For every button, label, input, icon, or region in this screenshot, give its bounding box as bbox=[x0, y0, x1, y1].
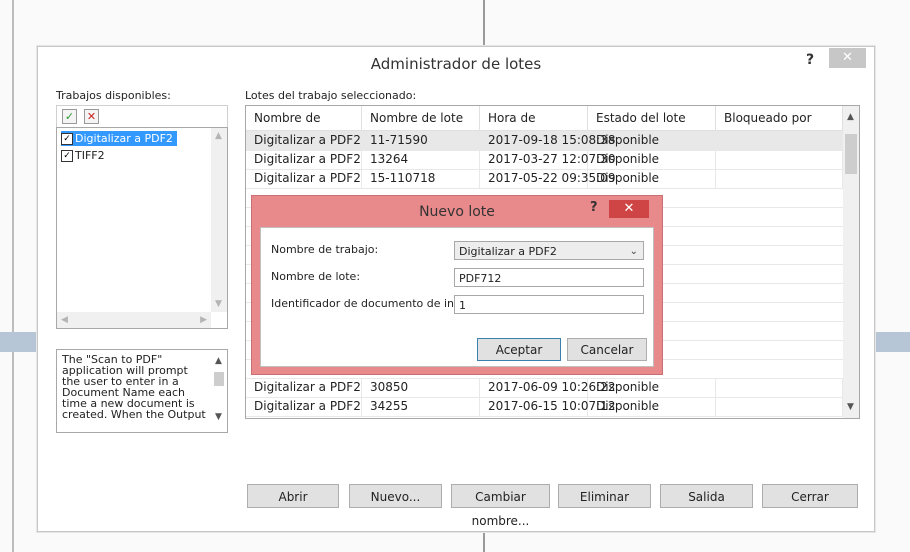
checkbox[interactable]: ✓ bbox=[61, 150, 73, 162]
rename-button[interactable]: Cambiar nombre... bbox=[451, 484, 550, 528]
description-scrollbar[interactable]: ▲ ▼ bbox=[211, 350, 227, 432]
cancel-button[interactable]: Cancelar bbox=[567, 338, 647, 361]
close-button[interactable]: Cerrar bbox=[762, 484, 858, 508]
table-cell: 2017-09-18 15:08:38 bbox=[480, 131, 615, 150]
job-name-label: Nombre de trabajo: bbox=[271, 243, 379, 256]
start-doc-id-label: Identificador de documento de inicio: bbox=[271, 297, 477, 310]
batch-name-label: Nombre de lote: bbox=[271, 270, 361, 283]
table-row[interactable]: Digitalizar a PDF2 15-110718 2017-05-22 … bbox=[246, 169, 843, 189]
help-button[interactable]: ? bbox=[800, 52, 820, 70]
table-cell bbox=[716, 131, 843, 150]
column-header[interactable]: Estado del lote bbox=[588, 106, 716, 130]
table-cell: Digitalizar a PDF2 bbox=[246, 131, 362, 150]
table-cell: Disponible bbox=[588, 169, 716, 188]
table-cell: Digitalizar a PDF2 bbox=[246, 150, 362, 169]
background-divider-vertical bbox=[12, 0, 14, 552]
scroll-left-icon[interactable]: ◀ bbox=[61, 315, 68, 325]
background-tile bbox=[0, 332, 37, 352]
accept-button[interactable]: Aceptar bbox=[477, 338, 561, 361]
table-cell: Disponible bbox=[588, 378, 716, 397]
table-cell: Digitalizar a PDF2 bbox=[246, 169, 362, 188]
delete-button[interactable]: Eliminar bbox=[558, 484, 651, 508]
background-divider-vertical bbox=[483, 530, 485, 552]
table-cell: Digitalizar a PDF2 bbox=[246, 397, 362, 416]
scroll-up-icon[interactable]: ▲ bbox=[215, 356, 222, 366]
job-label: Digitalizar a PDF2 bbox=[75, 132, 173, 145]
column-header[interactable]: Nombre de trabajo bbox=[246, 106, 362, 149]
scroll-down-icon[interactable]: ▼ bbox=[215, 299, 222, 309]
scroll-up-icon[interactable]: ▲ bbox=[215, 131, 222, 141]
job-item[interactable]: ✓ Digitalizar a PDF2 bbox=[61, 131, 177, 146]
job-name-value: Digitalizar a PDF2 bbox=[459, 245, 557, 258]
chevron-down-icon: ⌄ bbox=[629, 246, 638, 257]
table-cell: 34255 bbox=[362, 397, 480, 416]
table-cell bbox=[716, 397, 843, 416]
table-cell bbox=[716, 169, 843, 188]
checkbox[interactable]: ✓ bbox=[61, 133, 73, 145]
table-cell bbox=[716, 378, 843, 397]
table-row[interactable]: Digitalizar a PDF2 34255 2017-06-15 10:0… bbox=[246, 397, 843, 417]
uncheck-all-icon[interactable]: ✕ bbox=[84, 109, 99, 124]
background-tile bbox=[873, 332, 910, 352]
dialog-title: Administrador de lotes bbox=[370, 55, 542, 73]
modal-help-button[interactable]: ? bbox=[590, 200, 598, 215]
table-cell: Disponible bbox=[588, 397, 716, 416]
scroll-right-icon[interactable]: ▶ bbox=[200, 315, 207, 325]
jobs-horizontal-scrollbar[interactable]: ◀ ▶ bbox=[57, 312, 211, 328]
scroll-thumb[interactable] bbox=[214, 372, 224, 386]
job-item[interactable]: ✓ TIFF2 bbox=[61, 148, 109, 163]
table-cell: Disponible bbox=[588, 131, 716, 150]
scroll-down-icon[interactable]: ▼ bbox=[847, 402, 854, 412]
jobs-toolbar: ✓ ✕ bbox=[56, 105, 228, 128]
table-cell: 2017-03-27 12:07:30 bbox=[480, 150, 615, 169]
table-cell: 2017-06-15 10:07:12 bbox=[480, 397, 615, 416]
start-doc-id-input[interactable]: 1 bbox=[454, 295, 644, 314]
column-header[interactable]: Bloqueado por bbox=[716, 106, 843, 130]
modal-body: Nombre de trabajo: Digitalizar a PDF2 ⌄ … bbox=[260, 227, 654, 367]
table-cell: 11-71590 bbox=[362, 131, 480, 150]
table-vertical-scrollbar[interactable]: ▲ ▼ bbox=[843, 106, 859, 418]
table-row[interactable]: Digitalizar a PDF2 11-71590 2017-09-18 1… bbox=[246, 131, 843, 151]
table-cell: 13264 bbox=[362, 150, 480, 169]
new-button[interactable]: Nuevo... bbox=[349, 484, 442, 508]
batch-name-input[interactable]: PDF712 bbox=[454, 268, 644, 287]
table-row[interactable]: Digitalizar a PDF2 13264 2017-03-27 12:0… bbox=[246, 150, 843, 170]
jobs-list: ✓ Digitalizar a PDF2 ✓ TIFF2 ▲ ▼ ◀ ▶ bbox=[56, 127, 228, 329]
batches-label: Lotes del trabajo seleccionado: bbox=[245, 89, 417, 102]
table-cell: 2017-05-22 09:35:09 bbox=[480, 169, 615, 188]
open-button[interactable]: Abrir bbox=[247, 484, 339, 508]
job-label: TIFF2 bbox=[75, 149, 105, 162]
scroll-down-icon[interactable]: ▼ bbox=[215, 412, 222, 422]
exit-button[interactable]: Salida bbox=[660, 484, 753, 508]
jobs-vertical-scrollbar[interactable]: ▲ ▼ bbox=[211, 128, 227, 312]
scroll-thumb[interactable] bbox=[845, 134, 857, 174]
new-batch-dialog: Nuevo lote ? ✕ Nombre de trabajo: Digita… bbox=[251, 195, 663, 375]
table-cell: 2017-06-09 10:26:22 bbox=[480, 378, 615, 397]
column-header[interactable]: Nombre de lote bbox=[362, 106, 480, 130]
background-divider-vertical bbox=[483, 0, 485, 46]
table-cell: Disponible bbox=[588, 150, 716, 169]
modal-close-button[interactable]: ✕ bbox=[609, 200, 649, 218]
check-all-icon[interactable]: ✓ bbox=[62, 109, 77, 124]
table-cell bbox=[716, 150, 843, 169]
table-cell: 15-110718 bbox=[362, 169, 480, 188]
jobs-label: Trabajos disponibles: bbox=[56, 89, 171, 102]
description-text: The "Scan to PDF" application will promp… bbox=[62, 353, 206, 421]
table-cell: 30850 bbox=[362, 378, 480, 397]
table-row[interactable]: Digitalizar a PDF2 30850 2017-06-09 10:2… bbox=[246, 378, 843, 398]
modal-title: Nuevo lote bbox=[419, 204, 495, 220]
job-name-select[interactable]: Digitalizar a PDF2 ⌄ bbox=[454, 241, 644, 260]
close-window-button[interactable]: ✕ bbox=[829, 48, 866, 68]
scroll-up-icon[interactable]: ▲ bbox=[847, 112, 854, 122]
column-header[interactable]: Hora de creación bbox=[480, 106, 588, 149]
job-description: The "Scan to PDF" application will promp… bbox=[56, 349, 228, 433]
table-cell: Digitalizar a PDF2 bbox=[246, 378, 362, 397]
table-header: Nombre de trabajo Nombre de lote Hora de… bbox=[246, 106, 843, 149]
